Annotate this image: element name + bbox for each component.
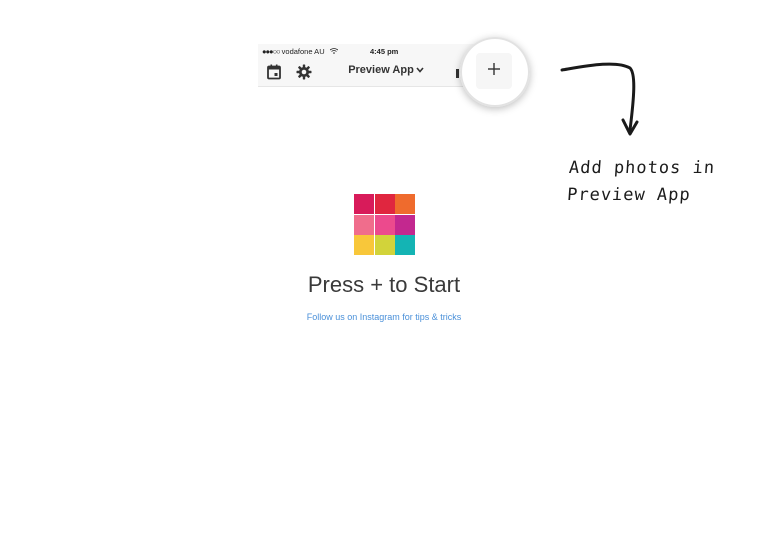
callout-line-2: Preview App bbox=[566, 185, 692, 205]
instagram-link[interactable]: Follow us on Instagram for tips & tricks bbox=[250, 312, 518, 322]
start-title: Press + to Start bbox=[307, 272, 461, 297]
app-switcher[interactable]: Preview App bbox=[338, 64, 434, 76]
plus-icon bbox=[488, 62, 500, 80]
logo-cell bbox=[354, 194, 374, 214]
chevron-down-icon bbox=[416, 65, 424, 75]
signal-icon: ●●●○○ bbox=[262, 47, 281, 56]
logo-cell bbox=[374, 194, 395, 214]
grid-toggle-icon[interactable] bbox=[456, 69, 459, 78]
status-time: 4:45 pm bbox=[370, 47, 399, 56]
callout-line-1: Add photos in bbox=[568, 158, 716, 178]
carrier-info: ●●●○○ vodafone AU bbox=[262, 47, 338, 56]
logo-cell bbox=[374, 235, 395, 255]
wifi-icon bbox=[328, 48, 338, 56]
logo-cell bbox=[395, 214, 415, 235]
add-button[interactable] bbox=[476, 53, 512, 89]
arrow-icon bbox=[556, 58, 646, 140]
page: ●●●○○vodafone AU 4:45 pm % bbox=[0, 0, 768, 538]
logo-cell bbox=[354, 214, 374, 235]
callout-text: Add photos in Preview App bbox=[566, 155, 740, 209]
logo-cell bbox=[354, 235, 374, 255]
logo-cell bbox=[395, 194, 415, 214]
app-title: Preview App bbox=[348, 64, 414, 76]
calendar-icon[interactable] bbox=[267, 64, 281, 80]
gear-icon[interactable] bbox=[296, 64, 312, 80]
logo-cell bbox=[395, 235, 415, 255]
app-logo bbox=[354, 194, 415, 255]
logo-cell bbox=[374, 214, 395, 235]
carrier-name: vodafone AU bbox=[281, 47, 325, 56]
